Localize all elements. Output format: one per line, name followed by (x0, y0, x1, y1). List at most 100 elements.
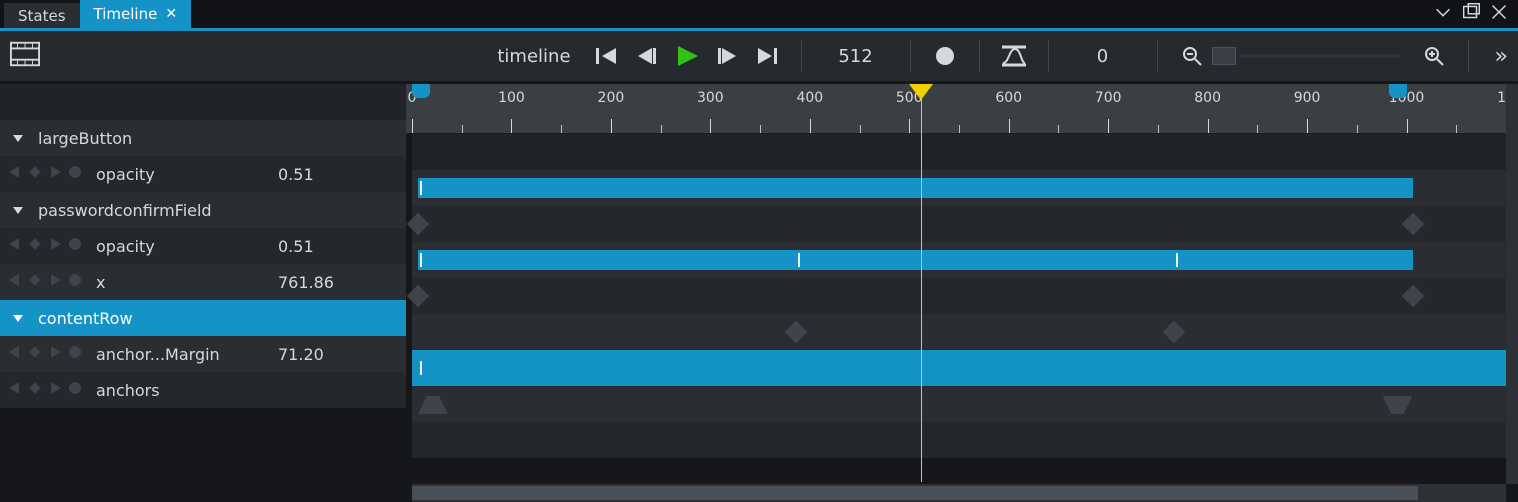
scrollbar-thumb[interactable] (412, 486, 1418, 500)
prev-keyframe-button[interactable] (6, 235, 24, 257)
horizontal-scrollbar[interactable] (412, 484, 1506, 502)
zoom-in-button[interactable] (1420, 42, 1448, 70)
clip-bar[interactable] (418, 250, 1413, 270)
zoom-slider-track[interactable] (1240, 54, 1400, 58)
track-property-lane[interactable] (412, 422, 1506, 458)
keyframe[interactable] (1163, 321, 1186, 344)
play-button[interactable] (673, 42, 701, 70)
record-property-button[interactable] (66, 379, 84, 401)
easing-handle[interactable] (1383, 396, 1413, 414)
loop-start-field[interactable]: 0 (1063, 46, 1143, 67)
track-property-lane[interactable] (412, 206, 1506, 242)
range-start-handle[interactable] (412, 84, 430, 98)
next-keyframe-button[interactable] (46, 163, 64, 185)
prev-keyframe-button[interactable] (6, 379, 24, 401)
track-property[interactable]: x 761.86 (0, 264, 406, 300)
ruler-tick-minor (661, 125, 662, 133)
ruler-tick-minor (1257, 125, 1258, 133)
timeline-name[interactable]: timeline (297, 46, 570, 67)
record-property-button[interactable] (66, 343, 84, 365)
step-back-button[interactable] (633, 42, 661, 70)
expand-icon[interactable] (10, 204, 26, 216)
detach-icon[interactable] (1460, 1, 1482, 27)
record-property-button[interactable] (66, 271, 84, 293)
ruler-label: 900 (1294, 90, 1321, 106)
track-item-lane[interactable] (412, 242, 1506, 278)
ruler-tick (1307, 119, 1308, 133)
track-property[interactable]: opacity 0.51 (0, 228, 406, 264)
animation-settings-button[interactable] (10, 41, 40, 71)
separator (1468, 40, 1469, 72)
panel-tabbar: States Timeline ✕ (0, 0, 1518, 31)
step-forward-button[interactable] (713, 42, 741, 70)
track-item[interactable]: largeButton (0, 120, 406, 156)
track-property-lane[interactable] (412, 314, 1506, 350)
add-keyframe-button[interactable] (26, 379, 44, 401)
time-ruler[interactable]: 0100200300400500600700800900100011 (406, 84, 1518, 134)
keyframe[interactable] (785, 321, 808, 344)
track-property-lane[interactable] (412, 386, 1506, 422)
property-value[interactable]: 0.51 (278, 237, 406, 256)
track-item[interactable]: contentRow (0, 300, 406, 336)
add-keyframe-button[interactable] (26, 235, 44, 257)
record-property-button[interactable] (66, 163, 84, 185)
vertical-scrollbar[interactable] (1506, 84, 1518, 484)
add-keyframe-button[interactable] (26, 271, 44, 293)
add-keyframe-button[interactable] (26, 163, 44, 185)
track-item-lane[interactable] (412, 350, 1506, 386)
next-keyframe-button[interactable] (46, 379, 64, 401)
item-name: contentRow (34, 309, 406, 328)
track-property-lane[interactable] (412, 278, 1506, 314)
prev-keyframe-button[interactable] (6, 163, 24, 185)
property-name: anchor...Margin (92, 345, 270, 364)
record-button[interactable] (931, 42, 959, 70)
easing-handle[interactable] (418, 396, 448, 414)
close-icon[interactable]: ✕ (165, 7, 177, 21)
tab-states[interactable]: States (4, 3, 80, 28)
record-property-button[interactable] (66, 235, 84, 257)
clip-bar[interactable] (418, 358, 1413, 378)
track-property[interactable]: anchor...Margin 71.20 (0, 336, 406, 372)
overflow-button[interactable]: » (1495, 44, 1508, 69)
ruler-tick-minor (760, 125, 761, 133)
range-end-handle[interactable] (1389, 84, 1407, 98)
prev-keyframe-button[interactable] (6, 271, 24, 293)
track-property[interactable]: anchors (0, 372, 406, 408)
zoom-out-button[interactable] (1178, 42, 1206, 70)
prev-keyframe-button[interactable] (6, 343, 24, 365)
current-frame-field[interactable]: 512 (816, 46, 896, 67)
track-item[interactable]: passwordconfirmField (0, 192, 406, 228)
property-value[interactable]: 0.51 (278, 165, 406, 184)
timeline-canvas[interactable]: 0100200300400500600700800900100011 (406, 84, 1518, 502)
track-tree: largeButton opacity 0.51 passwordconfirm… (0, 84, 406, 502)
property-name: opacity (92, 165, 270, 184)
ruler-tick (412, 119, 413, 133)
property-value[interactable]: 761.86 (278, 273, 406, 292)
keyframe[interactable] (407, 285, 430, 308)
playhead[interactable] (921, 84, 922, 482)
zoom-slider[interactable] (1212, 47, 1400, 65)
next-keyframe-button[interactable] (46, 271, 64, 293)
next-keyframe-button[interactable] (46, 343, 64, 365)
next-keyframe-button[interactable] (46, 235, 64, 257)
add-keyframe-button[interactable] (26, 343, 44, 365)
to-start-button[interactable] (593, 42, 621, 70)
track-item-lane[interactable] (412, 170, 1506, 206)
close-panel-icon[interactable] (1488, 1, 1510, 27)
ruler-tick (810, 119, 811, 133)
keyframe[interactable] (1401, 213, 1424, 236)
keyframe-nav (6, 343, 84, 365)
ruler-tick-minor (462, 125, 463, 133)
keyframe[interactable] (1401, 285, 1424, 308)
zoom-slider-thumb[interactable] (1212, 47, 1236, 65)
collapse-icon[interactable] (1432, 1, 1454, 27)
to-end-button[interactable] (753, 42, 781, 70)
tab-timeline[interactable]: Timeline ✕ (80, 0, 192, 28)
curve-editor-button[interactable] (1000, 42, 1028, 70)
property-value[interactable]: 71.20 (278, 345, 406, 364)
expand-icon[interactable] (10, 312, 26, 324)
clip-bar[interactable] (418, 178, 1413, 198)
track-property[interactable]: opacity 0.51 (0, 156, 406, 192)
keyframe[interactable] (407, 213, 430, 236)
expand-icon[interactable] (10, 132, 26, 144)
